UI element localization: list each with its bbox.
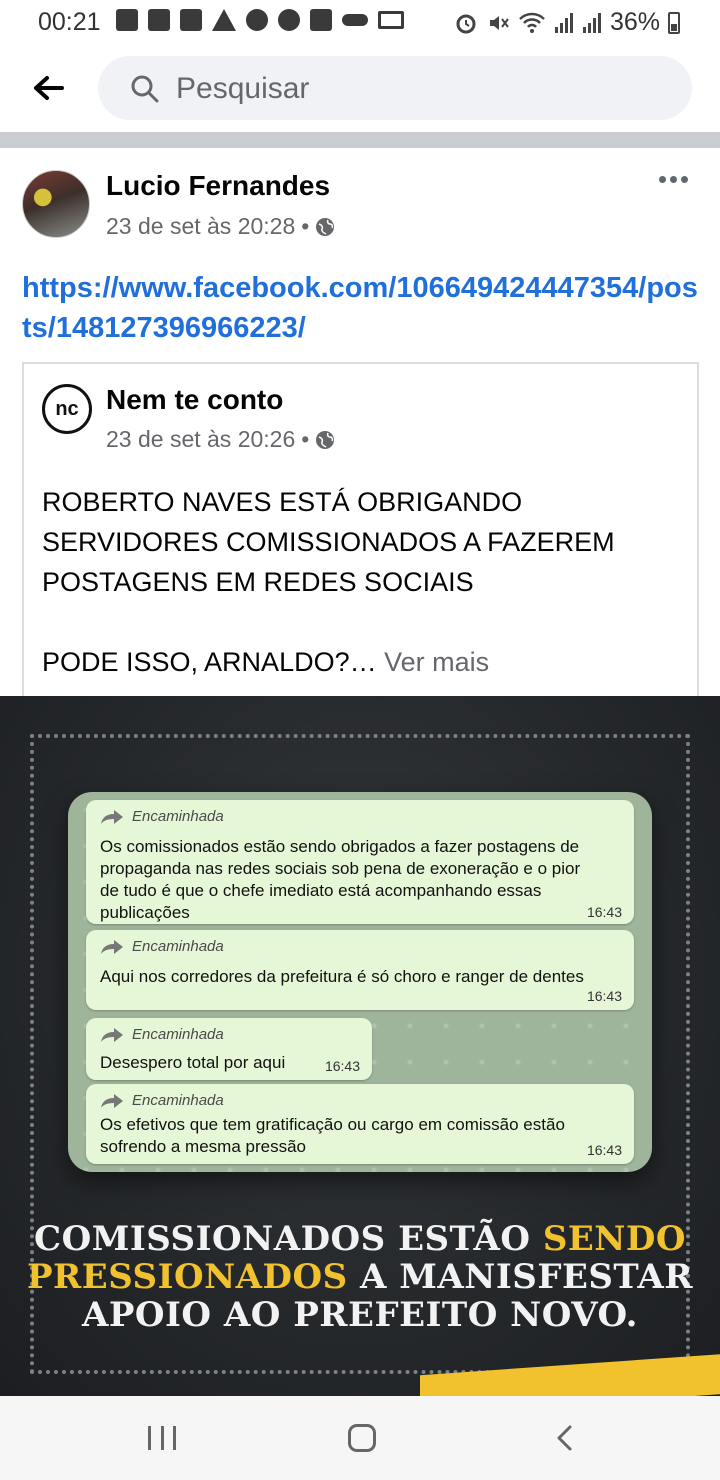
author-name[interactable]: Lucio Fernandes: [106, 170, 330, 202]
system-nav-bar: [0, 1396, 720, 1480]
globe-icon: [316, 217, 335, 236]
notification-icons: [116, 9, 404, 31]
laptop-icon: [378, 11, 404, 29]
forwarded-label: Encaminhada: [132, 808, 224, 825]
headline-text: COMISSIONADOS ESTÃO: [34, 1219, 543, 1259]
shared-text-line: POSTAGENS EM REDES SOCIAIS: [42, 567, 474, 597]
globe-icon: [316, 430, 335, 449]
message-line: propaganda nas redes sociais sob pena de…: [100, 859, 581, 878]
section-divider: [0, 132, 720, 148]
voicemail-icon: [116, 9, 138, 31]
author-avatar[interactable]: [22, 170, 90, 238]
message-line: Desespero total por aqui: [100, 1053, 286, 1072]
meta-separator: •: [301, 426, 310, 452]
post-timestamp[interactable]: 23 de set às 20:28: [106, 213, 295, 240]
shared-meta: 23 de set às 20:26 •: [106, 426, 335, 453]
shared-text-line: PODE ISSO, ARNALDO?…: [42, 647, 377, 677]
image-headline: COMISSIONADOS ESTÃO SENDO PRESSIONADOS A…: [0, 1220, 720, 1334]
back-arrow-icon[interactable]: [30, 70, 66, 106]
chat-bubble: Encaminhada Desespero total por aqui 16:…: [86, 1018, 372, 1080]
home-icon[interactable]: [348, 1424, 376, 1452]
nav-back-icon[interactable]: [552, 1424, 578, 1452]
headline-text: APOIO AO PREFEITO NOVO.: [81, 1295, 639, 1335]
search-placeholder: Pesquisar: [176, 72, 310, 105]
signal-icon: [582, 12, 601, 33]
battery-icon: [668, 11, 680, 34]
search-icon: [131, 75, 159, 103]
search-header: Pesquisar: [0, 44, 720, 132]
forward-icon: [101, 809, 123, 824]
headline-highlight: SENDO: [542, 1219, 686, 1259]
shared-timestamp[interactable]: 23 de set às 20:26: [106, 426, 295, 453]
post-meta: 23 de set às 20:28 •: [106, 213, 335, 240]
page-name[interactable]: Nem te conto: [106, 384, 283, 416]
shared-text-line: SERVIDORES COMISSIONADOS A FAZEREM: [42, 527, 615, 557]
post-image[interactable]: Encaminhada Os comissionados estão sendo…: [0, 696, 720, 1396]
warning-icon: [212, 9, 236, 31]
message-line: sofrendo a mesma pressão: [100, 1137, 306, 1156]
post-link[interactable]: https://www.facebook.com/106649424447354…: [22, 268, 702, 348]
post: Lucio Fernandes 23 de set às 20:28 • htt…: [0, 148, 720, 702]
forwarded-label: Encaminhada: [132, 1092, 224, 1109]
gallery-icon: [310, 9, 332, 31]
message-icon: [180, 9, 202, 31]
signal-icon: [554, 12, 573, 33]
more-options-icon[interactable]: [659, 176, 688, 183]
shared-text: ROBERTO NAVES ESTÁ OBRIGANDO SERVIDORES …: [42, 482, 682, 602]
search-input[interactable]: Pesquisar: [98, 56, 692, 120]
headline-text: A MANISFESTAR: [347, 1257, 694, 1297]
message-line: Os efetivos que tem gratificação ou carg…: [100, 1115, 565, 1134]
status-bar: 00:21 36%: [0, 0, 720, 44]
forward-icon: [101, 1027, 123, 1042]
message-line: Os comissionados estão sendo obrigados a…: [100, 837, 580, 856]
message-time: 16:43: [324, 1058, 360, 1074]
chat-bubble: Encaminhada Aqui nos corredores da prefe…: [86, 930, 634, 1010]
key-icon: [342, 14, 368, 26]
message-line: publicações: [100, 903, 190, 922]
forward-icon: [101, 939, 123, 954]
meta-separator: •: [301, 213, 310, 239]
see-more-link[interactable]: Ver mais: [384, 647, 489, 677]
alarm-icon: [456, 14, 476, 33]
forwarded-label: Encaminhada: [132, 938, 224, 955]
alert-icon: [246, 9, 268, 31]
message-line: de tudo é que o chefe imediato está acom…: [100, 881, 542, 900]
page-avatar[interactable]: nc: [42, 384, 92, 434]
message-time: 16:43: [586, 904, 622, 920]
chat-screenshot: Encaminhada Os comissionados estão sendo…: [68, 792, 652, 1172]
voicemail-icon: [148, 9, 170, 31]
mute-icon: [489, 15, 509, 30]
status-time: 00:21: [38, 8, 101, 36]
shared-second-paragraph: PODE ISSO, ARNALDO?… Ver mais: [42, 642, 489, 682]
forwarded-label: Encaminhada: [132, 1026, 224, 1043]
battery-percent: 36%: [609, 8, 660, 36]
chat-bubble: Encaminhada Os comissionados estão sendo…: [86, 800, 634, 924]
alert-icon: [278, 9, 300, 31]
message-time: 16:43: [586, 1142, 622, 1158]
forward-icon: [101, 1093, 123, 1108]
headline-highlight: PRESSIONADOS: [26, 1257, 348, 1297]
chat-bubble: Encaminhada Os efetivos que tem gratific…: [86, 1084, 634, 1164]
shared-text-line: ROBERTO NAVES ESTÁ OBRIGANDO: [42, 487, 523, 517]
shared-post-card[interactable]: nc Nem te conto 23 de set às 20:26 • ROB…: [22, 362, 699, 702]
wifi-icon: [519, 12, 545, 33]
recent-apps-icon[interactable]: [148, 1426, 176, 1450]
message-line: Aqui nos corredores da prefeitura é só c…: [100, 967, 584, 986]
system-icons: 36%: [454, 8, 680, 37]
message-time: 16:43: [586, 988, 622, 1004]
